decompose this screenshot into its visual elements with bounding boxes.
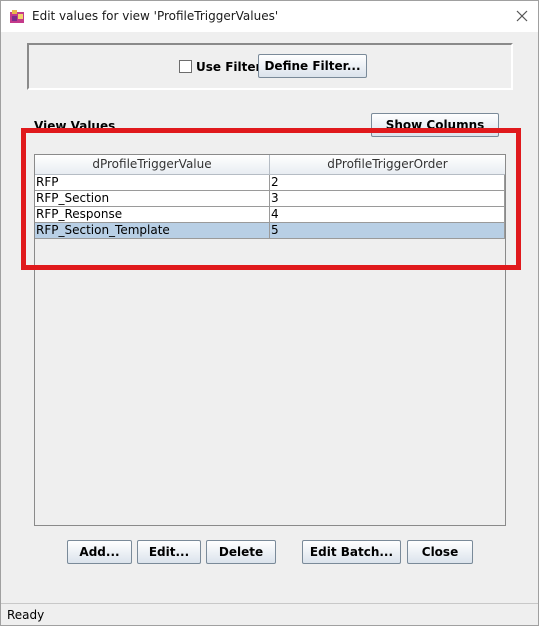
show-columns-button[interactable]: Show Columns xyxy=(371,113,499,137)
table-row[interactable]: RFP 2 xyxy=(35,175,505,191)
edit-button[interactable]: Edit... xyxy=(137,540,201,564)
filter-panel: Use Filter Define Filter... xyxy=(27,43,513,90)
column-header-value[interactable]: dProfileTriggerValue xyxy=(35,155,270,175)
cell-order: 3 xyxy=(270,191,505,207)
table-body: RFP 2 RFP_Section 3 RFP_Response 4 RFP_S… xyxy=(35,175,505,239)
cell-order: 4 xyxy=(270,207,505,223)
edit-batch-button[interactable]: Edit Batch... xyxy=(302,540,401,564)
define-filter-button[interactable]: Define Filter... xyxy=(258,54,367,78)
close-button[interactable]: Close xyxy=(407,540,473,564)
cell-order: 5 xyxy=(270,223,505,239)
use-filter-checkbox[interactable] xyxy=(179,60,192,73)
title-bar[interactable]: Edit values for view 'ProfileTriggerValu… xyxy=(1,1,538,32)
table-row[interactable]: RFP_Response 4 xyxy=(35,207,505,223)
cell-value: RFP xyxy=(35,175,270,191)
view-values-label: View Values xyxy=(34,119,116,133)
close-icon[interactable] xyxy=(515,9,529,23)
app-icon xyxy=(10,10,24,23)
status-text: Ready xyxy=(7,608,45,622)
window-title: Edit values for view 'ProfileTriggerValu… xyxy=(32,9,279,23)
cell-value: RFP_Section_Template xyxy=(35,223,270,239)
column-header-order[interactable]: dProfileTriggerOrder xyxy=(270,155,505,175)
table-header: dProfileTriggerValue dProfileTriggerOrde… xyxy=(35,155,505,175)
use-filter-label: Use Filter xyxy=(196,60,262,74)
add-button[interactable]: Add... xyxy=(67,540,132,564)
table-row-selected[interactable]: RFP_Section_Template 5 xyxy=(35,223,505,239)
values-table: dProfileTriggerValue dProfileTriggerOrde… xyxy=(34,154,506,526)
dialog-window: Edit values for view 'ProfileTriggerValu… xyxy=(0,0,539,626)
cell-value: RFP_Section xyxy=(35,191,270,207)
status-bar: Ready xyxy=(1,603,538,625)
delete-button[interactable]: Delete xyxy=(206,540,276,564)
cell-order: 2 xyxy=(270,175,505,191)
table-row[interactable]: RFP_Section 3 xyxy=(35,191,505,207)
cell-value: RFP_Response xyxy=(35,207,270,223)
